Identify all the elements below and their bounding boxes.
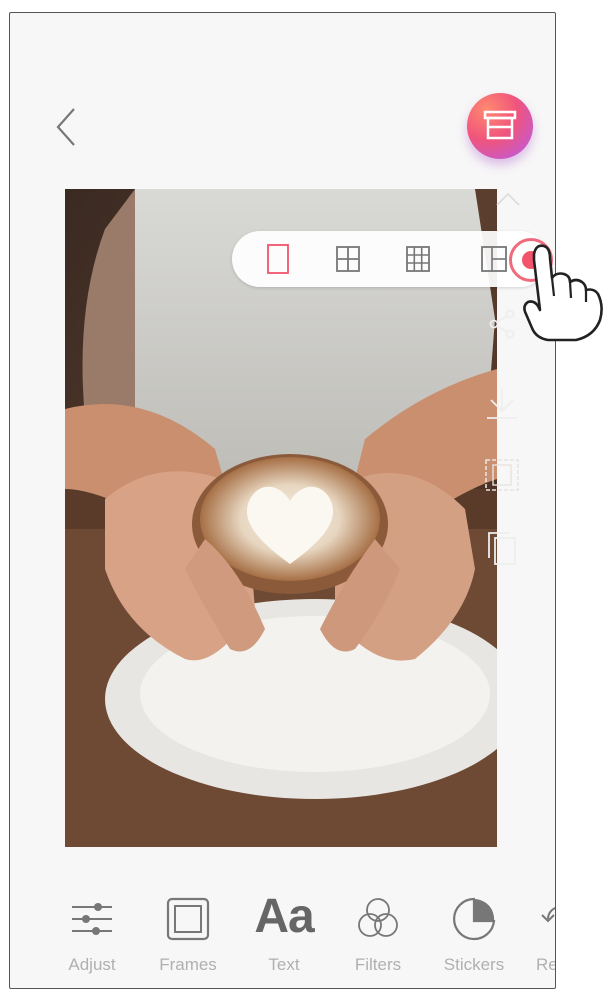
tool-filters-label: Filters bbox=[354, 955, 402, 974]
tile-print-button[interactable] bbox=[483, 456, 521, 494]
layout-grid-3x3-option[interactable] bbox=[402, 243, 434, 275]
layout-single-option[interactable] bbox=[262, 243, 294, 275]
tool-text-label: Text bbox=[268, 955, 300, 974]
printer-icon bbox=[483, 110, 517, 140]
collage-layout-icon bbox=[481, 246, 507, 272]
text-icon: Aa bbox=[254, 890, 314, 943]
tool-text[interactable]: Aa Text bbox=[244, 883, 324, 983]
frame-icon bbox=[166, 897, 210, 941]
download-icon bbox=[487, 389, 517, 419]
tool-rotate[interactable]: Re bbox=[520, 883, 556, 983]
coffee-photo bbox=[65, 189, 497, 847]
tool-rotate-label: Re bbox=[536, 955, 556, 974]
print-button[interactable] bbox=[467, 93, 533, 159]
tool-filters[interactable]: Filters bbox=[338, 883, 418, 983]
chevron-up-icon bbox=[496, 192, 520, 206]
single-layout-icon bbox=[267, 244, 289, 274]
copies-button[interactable] bbox=[483, 530, 521, 568]
tool-adjust[interactable]: Adjust bbox=[52, 883, 132, 983]
tile-print-icon bbox=[485, 459, 519, 491]
layout-collage-option[interactable] bbox=[478, 243, 510, 275]
layout-grid-2x2-option[interactable] bbox=[332, 243, 364, 275]
tool-frames-label: Frames bbox=[159, 955, 217, 974]
back-chevron-icon bbox=[56, 108, 75, 146]
pointing-hand-icon bbox=[523, 244, 603, 342]
tool-frames[interactable]: Frames bbox=[148, 883, 228, 983]
grid-3x3-icon bbox=[406, 246, 430, 272]
photo-preview[interactable] bbox=[65, 189, 497, 847]
filters-icon bbox=[358, 898, 398, 937]
phone-screen: Adjust Frames Aa Text Filters Stickers R… bbox=[9, 12, 556, 989]
collapse-chevron[interactable] bbox=[494, 187, 522, 211]
edit-toolbar: Adjust Frames Aa Text Filters Stickers R… bbox=[10, 883, 555, 988]
rotate-icon bbox=[541, 907, 555, 923]
copies-icon bbox=[488, 532, 516, 565]
grid-2x2-icon bbox=[336, 246, 360, 272]
adjust-sliders-icon bbox=[72, 903, 112, 935]
sticker-icon bbox=[453, 897, 496, 941]
save-button[interactable] bbox=[483, 385, 521, 423]
back-button[interactable] bbox=[50, 103, 86, 155]
layout-picker bbox=[232, 231, 548, 287]
tool-stickers[interactable]: Stickers bbox=[434, 883, 514, 983]
tool-adjust-label: Adjust bbox=[68, 955, 116, 974]
tool-stickers-label: Stickers bbox=[443, 955, 505, 974]
